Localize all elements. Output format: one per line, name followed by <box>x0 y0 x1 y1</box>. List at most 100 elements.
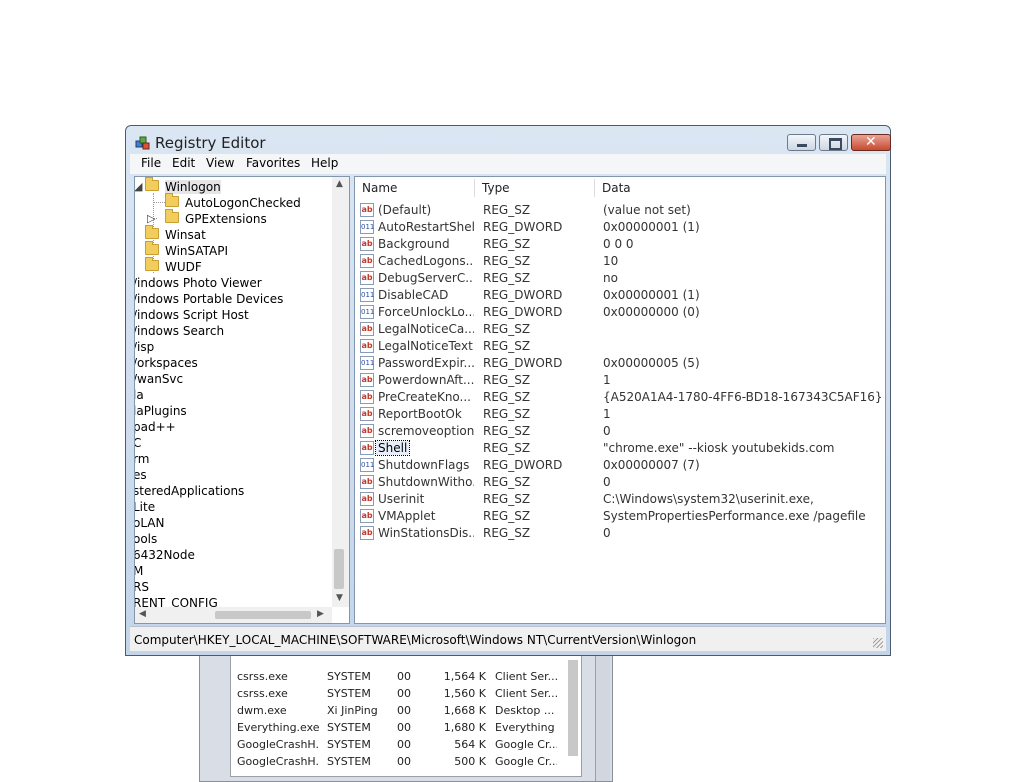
string-value-icon: ab <box>360 441 374 455</box>
minimize-button[interactable] <box>787 134 816 151</box>
process-list-scrollbar[interactable] <box>568 660 578 756</box>
registry-value-row[interactable]: ab Background REG_SZ 0 0 0 <box>359 236 879 253</box>
scroll-left-arrow-icon[interactable]: ◀ <box>139 609 146 619</box>
registry-value-row[interactable]: ab LegalNoticeText REG_SZ <box>359 338 879 355</box>
value-data: 1 <box>603 407 611 421</box>
registry-value-row-selected[interactable]: ab Shell REG_SZ "chrome.exe" --kiosk you… <box>359 440 879 457</box>
task-manager-frame <box>595 651 610 781</box>
tree-node-label: laPlugins <box>134 404 187 418</box>
registry-value-row[interactable]: ab DebugServerC... REG_SZ no <box>359 270 879 287</box>
menu-view[interactable]: View <box>206 156 234 170</box>
tree-horizontal-scrollbar[interactable]: ◀ ▶ <box>135 607 332 623</box>
registry-value-row[interactable]: ab VMApplet REG_SZ SystemPropertiesPerfo… <box>359 508 879 525</box>
process-row[interactable]: Everything.exe SYSTEM 00 1,680 K Everyth… <box>231 719 561 736</box>
registry-value-row[interactable]: ab Userinit REG_SZ C:\Windows\system32\u… <box>359 491 879 508</box>
registry-value-row[interactable]: ab CachedLogons... REG_SZ 10 <box>359 253 879 270</box>
value-name: PowerdownAft... <box>378 373 474 387</box>
value-name: ShutdownWitho... <box>378 475 474 489</box>
registry-value-row[interactable]: 011 ForceUnlockLo... REG_DWORD 0x0000000… <box>359 304 879 321</box>
tree-node-label: GPExtensions <box>185 212 267 226</box>
string-value-icon: ab <box>360 390 374 404</box>
column-header-name[interactable]: Name <box>362 181 397 197</box>
string-value-icon: ab <box>360 526 374 540</box>
registry-value-row[interactable]: 011 PasswordExpir... REG_DWORD 0x0000000… <box>359 355 879 372</box>
process-row[interactable]: dwm.exe Xi JinPing 00 1,668 K Desktop ..… <box>231 702 561 719</box>
scroll-right-arrow-icon[interactable]: ▶ <box>317 609 324 619</box>
value-data: 0 <box>603 526 611 540</box>
registry-value-row[interactable]: 011 ShutdownFlags REG_DWORD 0x00000007 (… <box>359 457 879 474</box>
registry-value-row[interactable]: ab scremoveoption REG_SZ 0 <box>359 423 879 440</box>
tree-node-label: oLAN <box>134 516 165 530</box>
tree-vertical-scrollbar[interactable]: ▲ ▼ <box>332 177 349 607</box>
value-type: REG_DWORD <box>483 458 563 472</box>
column-header-type[interactable]: Type <box>482 181 510 197</box>
value-data: 0x00000000 (0) <box>603 305 700 319</box>
process-description: Client Ser... <box>495 670 557 683</box>
registry-value-row[interactable]: ab ShutdownWitho... REG_SZ 0 <box>359 474 879 491</box>
value-data: 0x00000007 (7) <box>603 458 700 472</box>
expand-arrow-icon[interactable]: ▷ <box>147 212 155 225</box>
title-bar[interactable]: Registry Editor ✕ <box>126 126 891 156</box>
menu-favorites[interactable]: Favorites <box>246 156 300 170</box>
menu-edit[interactable]: Edit <box>172 156 195 170</box>
registry-value-row[interactable]: 011 DisableCAD REG_DWORD 0x00000001 (1) <box>359 287 879 304</box>
value-name: CachedLogons... <box>378 254 474 268</box>
registry-value-row[interactable]: 011 AutoRestartShell REG_DWORD 0x0000000… <box>359 219 879 236</box>
value-name: ShutdownFlags <box>378 458 470 472</box>
tree-node-label: Lite <box>134 500 156 514</box>
registry-editor-icon <box>135 136 150 150</box>
process-row[interactable]: GoogleCrashH... SYSTEM 00 564 K Google C… <box>231 736 561 753</box>
task-manager-window: csrss.exe SYSTEM 00 1,564 K Client Ser..… <box>199 650 613 782</box>
close-button[interactable]: ✕ <box>851 134 891 151</box>
value-data: 0 <box>603 475 611 489</box>
registry-editor-window: Registry Editor ✕ File Edit View Favorit… <box>125 125 891 656</box>
registry-value-row[interactable]: ab (Default) REG_SZ (value not set) <box>359 202 879 219</box>
registry-tree-pane: ◢ Winlogon AutoLogonChecked ▷ GPExtensio… <box>134 176 350 624</box>
process-row[interactable]: csrss.exe SYSTEM 00 1,564 K Client Ser..… <box>231 668 561 685</box>
registry-value-row[interactable]: ab ReportBootOk REG_SZ 1 <box>359 406 879 423</box>
window-title: Registry Editor <box>155 134 266 152</box>
string-value-icon: ab <box>360 373 374 387</box>
scroll-down-arrow-icon[interactable]: ▼ <box>336 593 343 603</box>
tree-node-label: M <box>134 564 144 578</box>
registry-value-row[interactable]: ab WinStationsDis... REG_SZ 0 <box>359 525 879 542</box>
column-header-data[interactable]: Data <box>602 181 631 197</box>
scroll-thumb[interactable] <box>215 611 311 619</box>
value-type: REG_SZ <box>483 237 531 251</box>
process-cpu: 00 <box>397 687 411 700</box>
process-memory: 1,564 K <box>443 670 486 683</box>
process-row[interactable]: csrss.exe SYSTEM 00 1,560 K Client Ser..… <box>231 685 561 702</box>
tree-node-label: C <box>135 436 141 450</box>
scroll-up-arrow-icon[interactable]: ▲ <box>336 179 343 189</box>
process-cpu: 00 <box>397 738 411 751</box>
collapse-arrow-icon[interactable]: ◢ <box>135 180 142 193</box>
registry-value-row[interactable]: ab LegalNoticeCa... REG_SZ <box>359 321 879 338</box>
value-data: 0 <box>603 424 611 438</box>
folder-icon <box>145 177 159 191</box>
value-name: WinStationsDis... <box>378 526 474 540</box>
value-name: AutoRestartShell <box>378 220 474 234</box>
value-name: DisableCAD <box>378 288 449 302</box>
column-divider[interactable] <box>594 179 595 197</box>
tree-node-label: steredApplications <box>134 484 245 498</box>
process-row[interactable]: GoogleCrashH... SYSTEM 00 500 K Google C… <box>231 753 561 770</box>
menu-help[interactable]: Help <box>311 156 338 170</box>
value-name: Userinit <box>378 492 425 506</box>
string-value-icon: ab <box>360 271 374 285</box>
process-description: Client Ser... <box>495 687 557 700</box>
process-image-name: csrss.exe <box>237 670 288 683</box>
value-name: ForceUnlockLo... <box>378 305 474 319</box>
menu-file[interactable]: File <box>141 156 161 170</box>
registry-value-row[interactable]: ab PowerdownAft... REG_SZ 1 <box>359 372 879 389</box>
value-type: REG_SZ <box>483 441 531 455</box>
string-value-icon: ab <box>360 237 374 251</box>
scroll-thumb[interactable] <box>334 549 344 589</box>
tree-node-label: RS <box>134 580 149 594</box>
registry-value-row[interactable]: ab PreCreateKno... REG_SZ {A520A1A4-1780… <box>359 389 883 406</box>
column-divider[interactable] <box>474 179 475 197</box>
value-data: "chrome.exe" --kiosk youtubekids.com <box>603 441 835 455</box>
resize-grip-icon[interactable] <box>873 638 883 648</box>
minimize-icon <box>797 144 807 147</box>
maximize-button[interactable] <box>819 134 848 151</box>
process-memory: 1,680 K <box>443 721 486 734</box>
